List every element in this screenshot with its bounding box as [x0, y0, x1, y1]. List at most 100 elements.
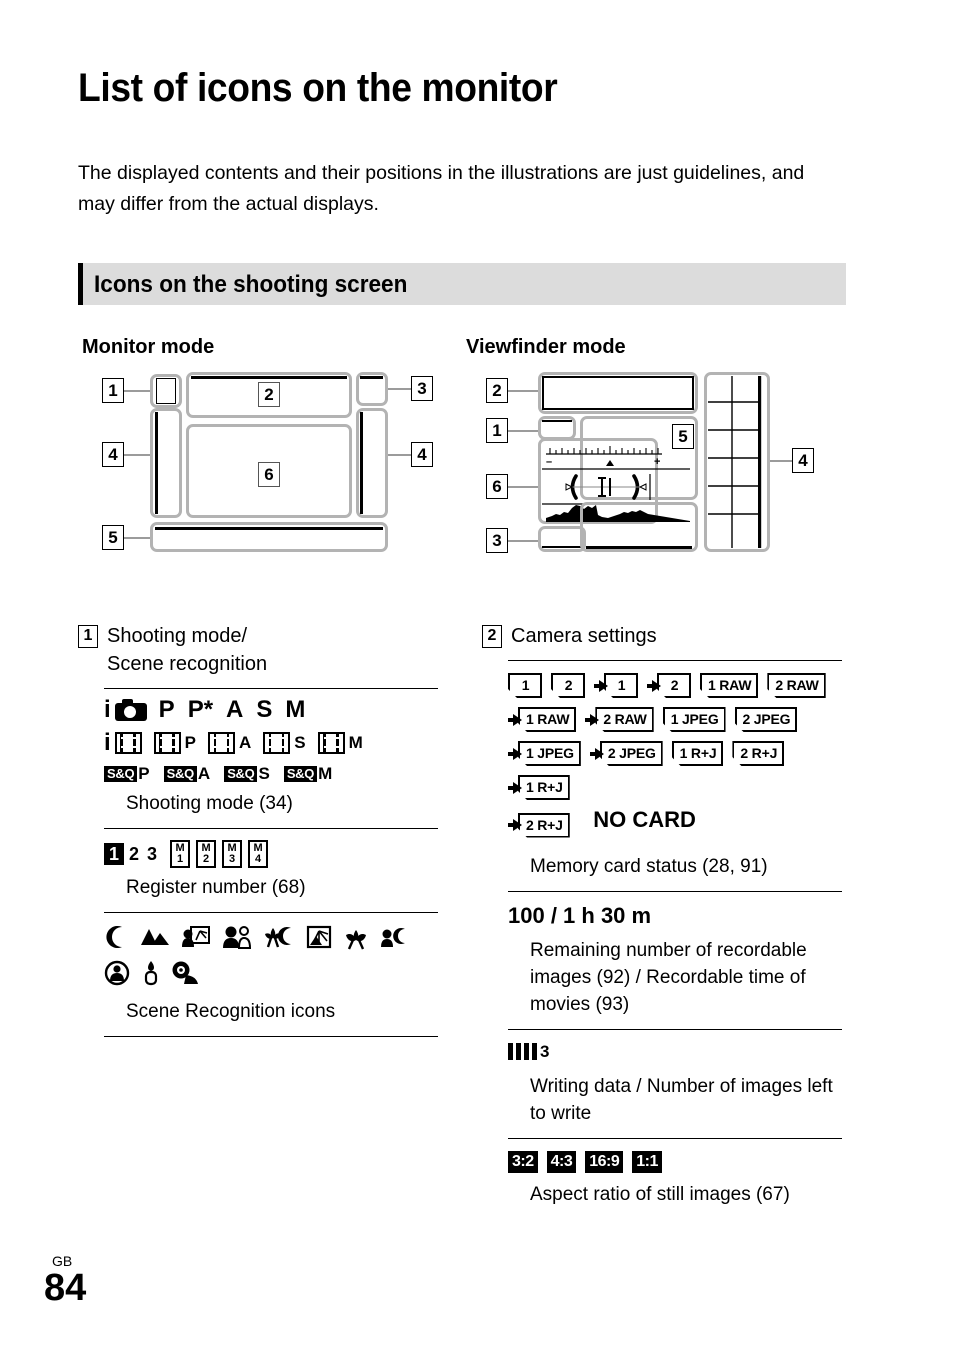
aspect-ratio-icons: 3:2 4:3 16:9 1:1 [508, 1150, 842, 1173]
leader-line [770, 460, 792, 462]
caption-shooting-mode: Shooting mode (34) [126, 793, 293, 814]
shooting-mode-row-1: i P P* A S M [104, 698, 438, 722]
viewfinder-mode-diagram: 2 1 5 6 – + 3 4 [482, 370, 832, 570]
camera-icon [114, 699, 147, 721]
region-3-rule [360, 376, 383, 379]
card-label: 2 [551, 673, 585, 698]
vf-region-2-frame [542, 376, 694, 410]
section-accent-bar [78, 263, 83, 305]
backlight-portrait-icon [182, 926, 210, 947]
snq-a-label: A [197, 764, 211, 783]
aspect-ratio-4-3-icon: 4:3 [546, 1150, 577, 1173]
card-icon-2-jpeg-arrow: 2 JPEG [589, 741, 663, 766]
movie-a-icon [208, 732, 236, 754]
movie-m-label: M [348, 733, 363, 752]
card-label: 1 [604, 673, 638, 698]
callout-1: 1 [486, 418, 508, 443]
divider [508, 890, 842, 892]
card-icon-1-arrow: 1 [594, 673, 638, 698]
leader-line [388, 454, 411, 456]
card-label: 2 JPEG [600, 741, 663, 766]
scene-recognition-row-2 [104, 960, 438, 992]
vf-bottom-highlight [580, 502, 698, 552]
arrow-icon [590, 713, 600, 726]
leader-line [124, 454, 150, 456]
item-title-2: Camera settings [511, 625, 657, 647]
caption-register-number: Register number (68) [126, 877, 306, 898]
arrow-icon [594, 747, 604, 760]
monitor-mode-diagram: 1 2 3 4 4 6 5 [98, 370, 448, 560]
caption-memory-card-status: Memory card status (28, 91) [530, 855, 768, 877]
manual-page: List of icons on the monitor The display… [0, 0, 954, 1345]
item-number-1: 1 [78, 625, 98, 648]
leader-line [124, 390, 150, 392]
caption-scene-recognition: Scene Recognition icons [126, 1001, 336, 1022]
card-icon-2-raw-arrow: 2 RAW [585, 707, 653, 732]
register-number-row: 1 2 3 M1 M2 M3 M4 [104, 840, 438, 868]
callout-5: 5 [672, 424, 694, 449]
region-5-rule [155, 527, 383, 530]
svg-text:–: – [546, 456, 552, 468]
card-label: 2 JPEG [735, 707, 798, 732]
tripod-icon [172, 961, 198, 984]
vf-region-3-rule [542, 546, 582, 549]
movie-icon [114, 732, 142, 754]
no-card-line: 2 R+J NO CARD [508, 807, 842, 847]
left-column-title: 1 Shooting mode/ Scene recognition [78, 622, 438, 678]
register-m1-icon: M1 [170, 840, 191, 868]
footer-page-number: 84 [44, 1267, 87, 1309]
divider [104, 912, 438, 913]
card-icon-1-raw: 1 RAW [700, 673, 758, 698]
movie-s-icon [263, 732, 291, 754]
card-label: 2 R+J [732, 741, 784, 766]
divider [508, 1028, 842, 1030]
right-column: 2 Camera settings 12121 RAW 2 RAW 1 RAW 2 R… [482, 622, 842, 1219]
region-4-right-rule [360, 412, 363, 514]
card-icon-1-raw-arrow: 1 RAW [508, 707, 576, 732]
snq-icon: S&Q [224, 766, 258, 782]
card-icon-2-raw: 2 RAW [767, 673, 825, 698]
portrait-icon [223, 926, 252, 949]
callout-4-right: 4 [411, 442, 433, 467]
title-line-1: Shooting mode/ [107, 625, 248, 647]
low-light-icon [144, 961, 158, 986]
movie-m-icon [317, 732, 345, 754]
leader-line [508, 430, 538, 432]
region-1-frame [156, 378, 176, 404]
title-line-2: Scene recognition [107, 653, 268, 675]
page-title: List of icons on the monitor [78, 66, 558, 110]
night-macro-icon [265, 927, 291, 948]
card-label: 1 RAW [700, 673, 758, 698]
monitor-mode-heading: Monitor mode [82, 336, 215, 358]
callout-1: 1 [102, 378, 124, 403]
scene-recognition-row-1 [104, 924, 438, 956]
card-icon-1-r-j: 1 R+J [672, 741, 724, 766]
card-label: 2 RAW [767, 673, 825, 698]
right-column-title: 2 Camera settings [482, 622, 842, 650]
section-header-label: Icons on the shooting screen [94, 271, 408, 298]
snq-icon: S&Q [104, 766, 138, 782]
vf-bottom-rule [586, 546, 692, 549]
mode-s-icon: S [256, 696, 273, 723]
arrow-icon [513, 713, 522, 726]
leader-line [508, 540, 538, 542]
card-icon-2rj-arrow: 2 R+J [508, 813, 570, 838]
mode-a-icon: A [226, 696, 244, 723]
movie-s-label: S [294, 733, 306, 752]
card-label: 1 JPEG [663, 707, 726, 732]
arrow-icon [599, 679, 608, 692]
caption-aspect-ratio: Aspect ratio of still images (67) [530, 1183, 790, 1205]
viewfinder-mode-heading: Viewfinder mode [466, 336, 626, 358]
aspect-ratio-16-9-icon: 16:9 [585, 1150, 624, 1173]
callout-6: 6 [258, 462, 280, 487]
no-card-label: NO CARD [593, 807, 696, 832]
divider [508, 1137, 842, 1139]
memory-card-icons: 12121 RAW 2 RAW 1 RAW 2 RAW 1 JPEG 2 JPEG 1 JP… [508, 673, 842, 809]
mode-p-icon: P [158, 696, 175, 723]
mode-p-star-icon: P* [187, 696, 214, 723]
card-label: 1 [508, 673, 542, 698]
card-icon-1-jpeg: 1 JPEG [663, 707, 726, 732]
card-icon-1-jpeg-arrow: 1 JPEG [508, 741, 581, 766]
vf-region-4-grid [708, 376, 762, 548]
snq-m-label: M [318, 764, 333, 783]
